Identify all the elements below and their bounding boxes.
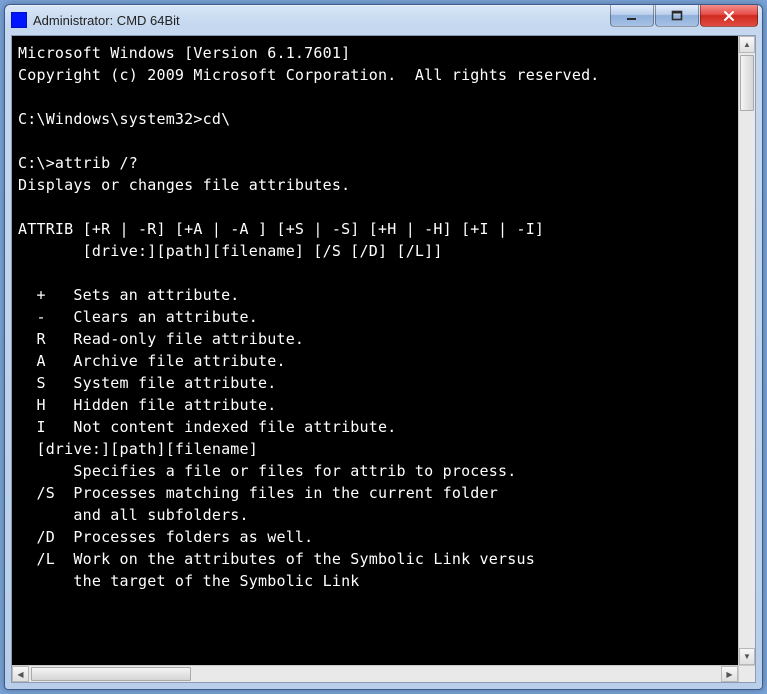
horizontal-scroll-thumb[interactable]	[31, 667, 191, 681]
scroll-left-button[interactable]: ◀	[12, 666, 29, 682]
scroll-down-button[interactable]: ▼	[739, 648, 755, 665]
window-title: Administrator: CMD 64Bit	[33, 13, 610, 28]
vertical-scroll-thumb[interactable]	[740, 55, 754, 111]
scrollbar-corner	[738, 666, 755, 682]
horizontal-scroll-track[interactable]	[29, 666, 721, 682]
window-controls	[610, 5, 758, 27]
titlebar[interactable]: Administrator: CMD 64Bit	[5, 5, 762, 35]
scroll-up-button[interactable]: ▲	[739, 36, 755, 53]
horizontal-scrollbar[interactable]: ◀ ▶	[12, 665, 755, 682]
terminal-output[interactable]: Microsoft Windows [Version 6.1.7601] Cop…	[12, 36, 738, 665]
terminal-wrap: Microsoft Windows [Version 6.1.7601] Cop…	[12, 36, 755, 665]
minimize-button[interactable]	[610, 5, 654, 27]
vertical-scrollbar[interactable]: ▲ ▼	[738, 36, 755, 665]
vertical-scroll-track[interactable]	[739, 53, 755, 648]
close-button[interactable]	[700, 5, 758, 27]
scroll-right-button[interactable]: ▶	[721, 666, 738, 682]
cmd-window: Administrator: CMD 64Bit Microsoft Windo…	[4, 4, 763, 690]
maximize-button[interactable]	[655, 5, 699, 27]
app-icon	[11, 12, 27, 28]
client-area: Microsoft Windows [Version 6.1.7601] Cop…	[11, 35, 756, 683]
